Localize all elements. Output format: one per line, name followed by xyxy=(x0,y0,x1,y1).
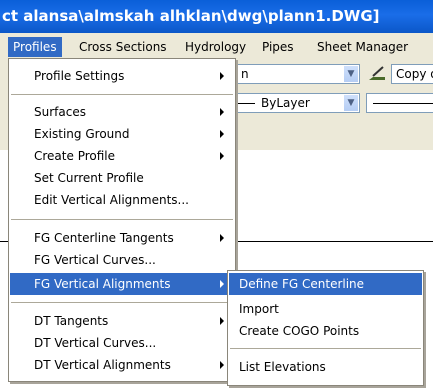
layer-combo-value: n xyxy=(241,67,249,81)
window-title: ct alansa\almskah alhklan\dwg\plann1.DWG… xyxy=(2,7,380,25)
fg-vertical-alignments-submenu: Define FG Centerline Import Create COGO … xyxy=(227,270,424,386)
menu-separator xyxy=(11,94,233,95)
submenu-arrow-icon xyxy=(220,234,224,242)
submenu-arrow-icon xyxy=(220,72,224,80)
menu-item-set-current-profile[interactable]: Set Current Profile xyxy=(10,167,234,189)
lineweight-sample xyxy=(373,103,433,104)
plot-style-combo[interactable]: Copy of S xyxy=(391,64,433,84)
menu-separator xyxy=(230,348,421,349)
menu-item-fg-centerline-tangents[interactable]: FG Centerline Tangents xyxy=(10,227,234,249)
menu-item-fg-vertical-curves[interactable]: FG Vertical Curves... xyxy=(10,249,234,271)
menu-item-existing-ground[interactable]: Existing Ground xyxy=(10,123,234,145)
linetype-value: ByLayer xyxy=(261,96,310,110)
menu-item-define-fg-centerline[interactable]: Define FG Centerline xyxy=(229,273,422,295)
menu-item-edit-vertical-alignments[interactable]: Edit Vertical Alignments... xyxy=(10,189,234,211)
menu-pipes[interactable]: Pipes xyxy=(257,37,299,57)
profiles-menu: Profile Settings Surfaces Existing Groun… xyxy=(8,58,236,382)
submenu-arrow-icon xyxy=(220,108,224,116)
menu-item-list-elevations[interactable]: List Elevations xyxy=(229,356,422,378)
menu-item-create-profile[interactable]: Create Profile xyxy=(10,145,234,167)
menu-item-import[interactable]: Import xyxy=(229,298,422,320)
menu-sheet-manager[interactable]: Sheet Manager xyxy=(312,37,413,57)
submenu-arrow-icon xyxy=(220,317,224,325)
linetype-sample xyxy=(235,103,255,104)
menu-item-create-cogo-points[interactable]: Create COGO Points xyxy=(229,320,422,342)
menu-item-profile-settings[interactable]: Profile Settings xyxy=(10,65,234,87)
submenu-arrow-icon xyxy=(220,361,224,369)
menu-cross-sections[interactable]: Cross Sections xyxy=(74,37,172,57)
menu-item-dt-vertical-curves[interactable]: DT Vertical Curves... xyxy=(10,332,234,354)
plot-style-value: Copy of S xyxy=(396,67,433,81)
menu-item-surfaces[interactable]: Surfaces xyxy=(10,101,234,123)
chevron-down-icon[interactable]: ▼ xyxy=(343,65,359,83)
submenu-arrow-icon xyxy=(220,130,224,138)
lineweight-combo[interactable] xyxy=(366,93,433,113)
chevron-down-icon[interactable]: ▼ xyxy=(343,94,359,112)
menu-item-dt-vertical-alignments[interactable]: DT Vertical Alignments xyxy=(10,354,234,376)
submenu-arrow-icon xyxy=(220,152,224,160)
submenu-arrow-icon xyxy=(220,280,224,288)
layer-combo[interactable]: n ▼ xyxy=(230,64,360,84)
menu-profiles[interactable]: Profiles xyxy=(8,37,62,57)
menu-separator xyxy=(11,302,233,303)
title-bar: ct alansa\almskah alhklan\dwg\plann1.DWG… xyxy=(0,0,433,33)
menu-item-fg-vertical-alignments[interactable]: FG Vertical Alignments xyxy=(10,273,234,295)
menu-item-dt-tangents[interactable]: DT Tangents xyxy=(10,310,234,332)
menu-separator xyxy=(11,219,233,220)
plot-style-icon[interactable] xyxy=(367,64,387,84)
linetype-combo[interactable]: ByLayer ▼ xyxy=(230,93,360,113)
menu-hydrology[interactable]: Hydrology xyxy=(180,37,251,57)
menu-bar: Profiles Cross Sections Hydrology Pipes … xyxy=(0,35,433,59)
